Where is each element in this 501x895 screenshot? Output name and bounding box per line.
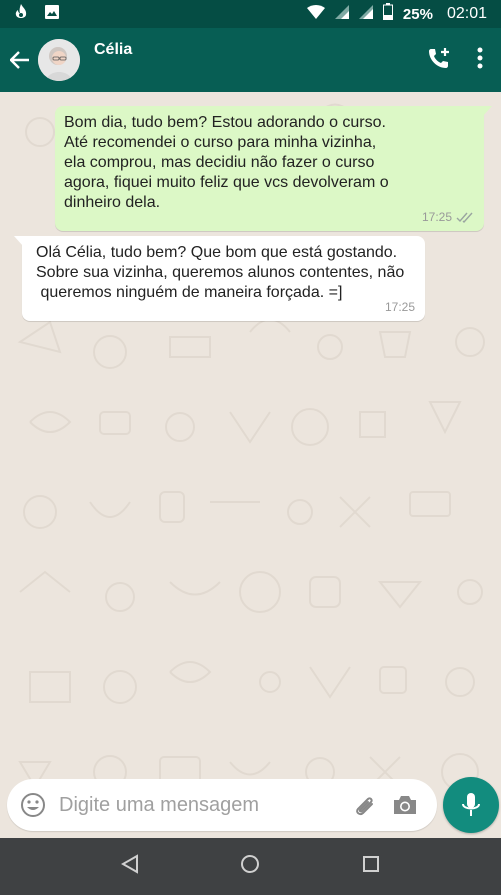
emoji-button[interactable] [7, 779, 59, 831]
message-line: Sobre sua vizinha, queremos alunos conte… [36, 264, 405, 281]
double-check-icon [456, 212, 473, 223]
voice-record-button[interactable] [443, 777, 499, 833]
home-circle-icon [241, 855, 260, 873]
nav-back-button[interactable] [120, 854, 139, 879]
avatar[interactable] [38, 39, 80, 81]
nav-recents-button[interactable] [362, 855, 380, 878]
message-line: dinheiro dela. [64, 194, 161, 211]
message-line: agora, fiquei muito feliz que vcs devolv… [64, 174, 389, 191]
message-line: Até recomendei o curso para minha vizinh… [64, 134, 377, 151]
chat-area[interactable]: Bom dia, tudo bem? Estou adorando o curs… [0, 92, 501, 838]
nav-home-button[interactable] [240, 854, 260, 879]
back-button[interactable] [2, 28, 38, 92]
system-nav-bar [0, 838, 501, 895]
attach-button[interactable] [345, 779, 385, 831]
more-options-button[interactable] [477, 47, 483, 74]
fire-notification-icon [14, 3, 28, 25]
camera-icon [394, 796, 416, 814]
paperclip-icon [356, 797, 373, 816]
wifi-icon [306, 4, 325, 24]
recents-square-icon [363, 856, 380, 872]
message-line: Olá Célia, tudo bem? Que bom que está go… [36, 244, 398, 261]
message-line: Bom dia, tudo bem? Estou adorando o curs… [64, 114, 386, 131]
add-call-button[interactable] [427, 46, 451, 75]
image-notification-icon [44, 4, 60, 25]
add-call-icon [429, 47, 449, 68]
message-time: 17:25 [384, 300, 415, 314]
message-line: queremos ninguém de maneira forçada. =] [36, 284, 343, 301]
signal-icon [358, 4, 373, 24]
incoming-message[interactable]: Olá Célia, tudo bem? Que bom que está go… [14, 236, 425, 321]
message-input[interactable] [59, 785, 345, 825]
outgoing-message[interactable]: Bom dia, tudo bem? Estou adorando o curs… [55, 106, 492, 231]
contact-name[interactable]: Célia [94, 41, 132, 59]
status-bar: 25% 02:01 [0, 0, 501, 28]
status-time: 02:01 [446, 5, 487, 22]
more-vert-icon [477, 47, 483, 68]
back-triangle-icon [120, 854, 138, 874]
battery-percent: 25% [402, 5, 433, 23]
message-composer [7, 779, 437, 831]
signal-icon [334, 4, 349, 24]
chat-header: Célia [0, 28, 501, 92]
back-arrow-icon [10, 51, 29, 69]
battery-icon [382, 3, 393, 25]
emoji-icon [21, 793, 45, 817]
mic-icon [462, 793, 480, 816]
camera-button[interactable] [385, 779, 425, 831]
message-time: 17:25 [421, 210, 452, 224]
message-line: ela comprou, mas decidiu não fazer o cur… [64, 154, 375, 171]
